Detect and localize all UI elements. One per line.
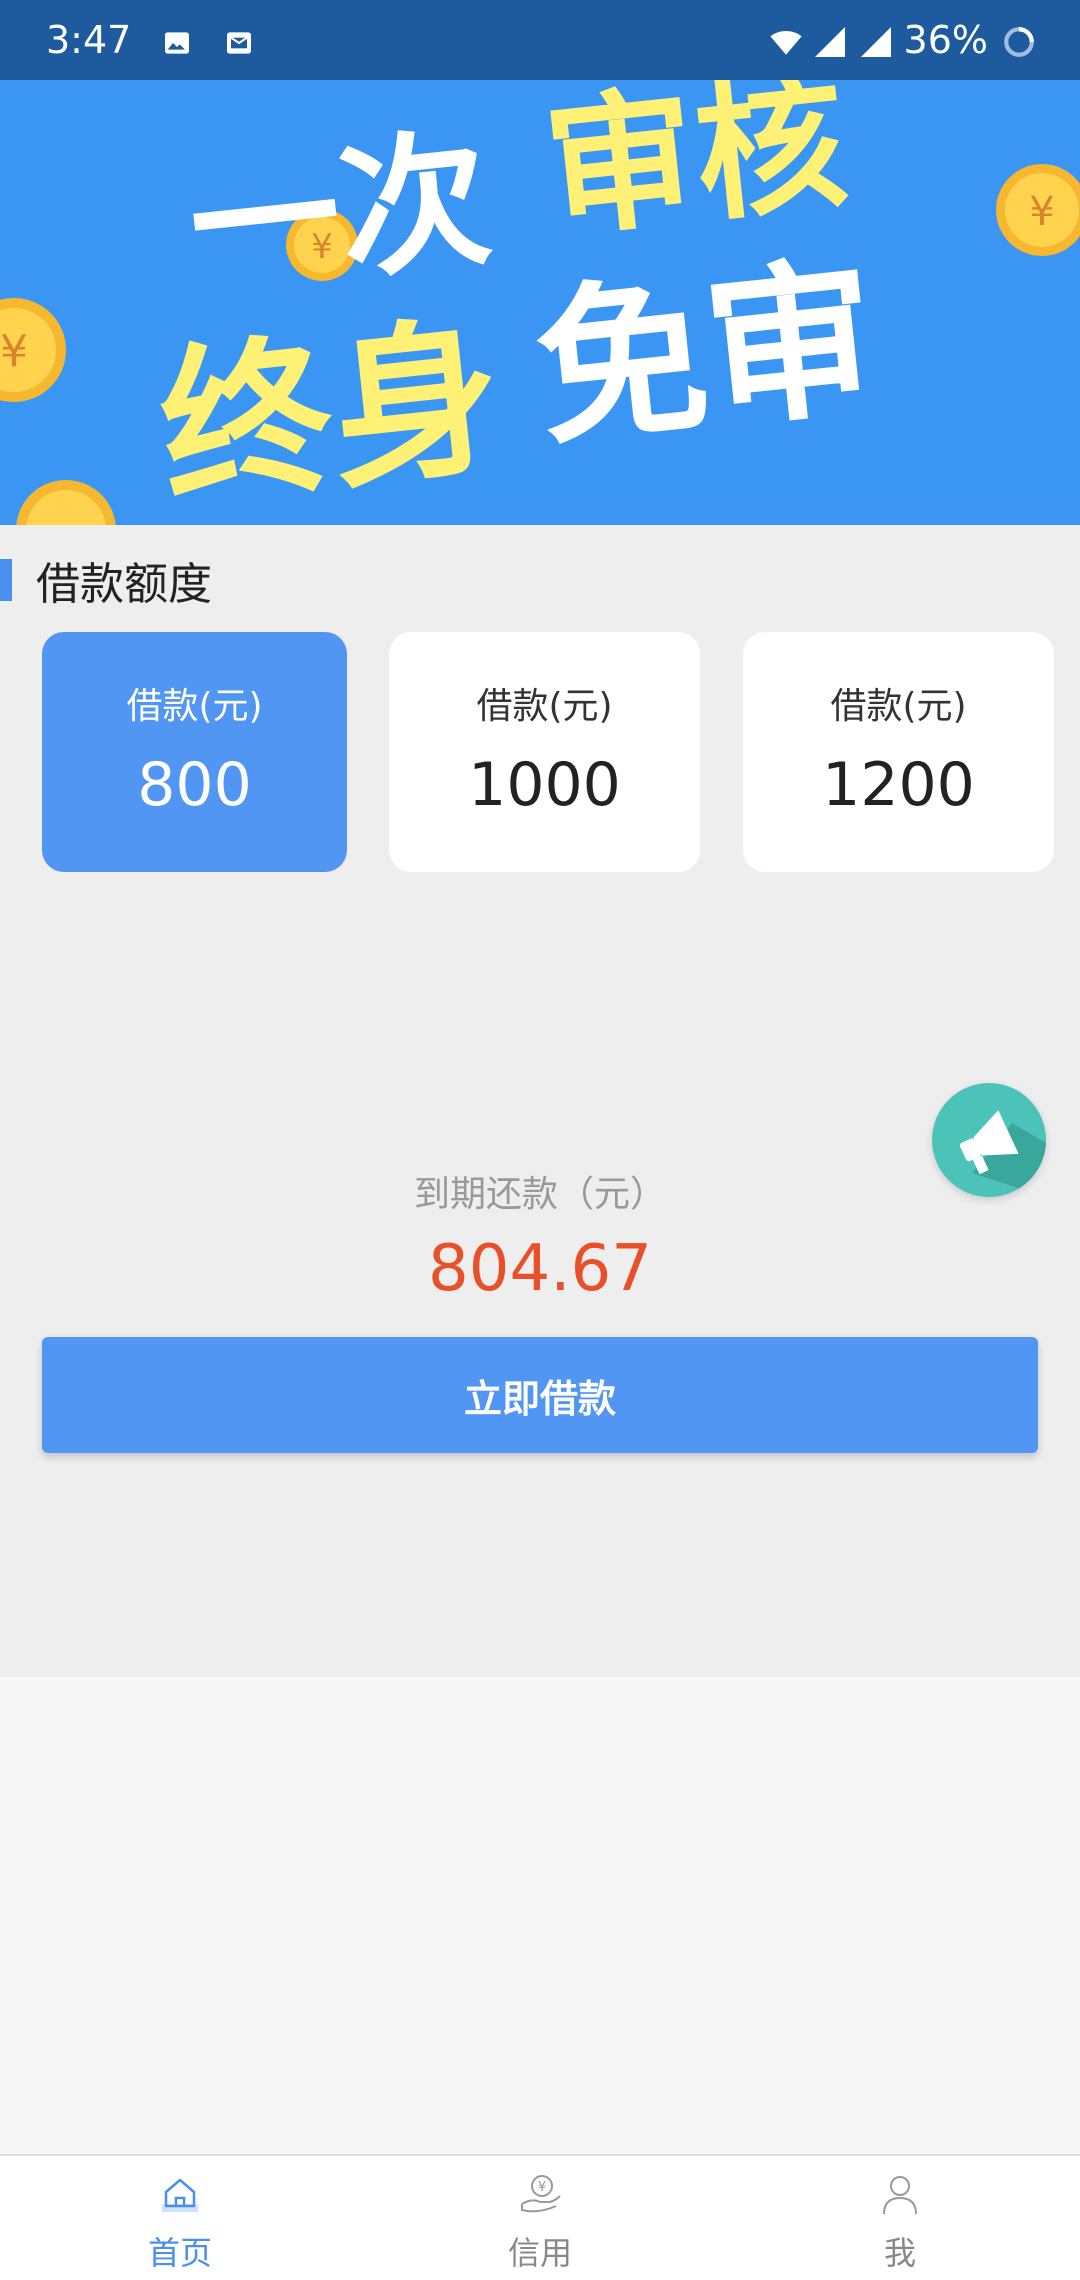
loan-option-value: 800 xyxy=(137,750,252,820)
loan-option-1200[interactable]: 借款(元) 1200 xyxy=(743,632,1054,872)
nav-item-credit[interactable]: ¥ 信用 xyxy=(360,2156,720,2280)
svg-text:¥: ¥ xyxy=(1029,189,1054,235)
battery-loading-icon xyxy=(1002,24,1034,57)
banner-headline-yellow-1: 审核 xyxy=(538,80,855,259)
loan-option-label: 借款(元) xyxy=(476,686,613,727)
loan-option-800[interactable]: 借款(元) 800 xyxy=(42,632,347,872)
loan-option-1000[interactable]: 借款(元) 1000 xyxy=(389,632,700,872)
profile-icon xyxy=(883,2176,917,2215)
svg-text:¥: ¥ xyxy=(538,2180,546,2195)
promo-banner[interactable]: ¥ ¥ ¥ 一次 审核 终身 免审 xyxy=(0,80,1080,525)
nav-label: 首页 xyxy=(147,2234,212,2272)
signal-icon xyxy=(812,24,845,57)
section-title-text: 借款额度 xyxy=(36,559,212,610)
bottom-nav: 首页 ¥ 信用 我 xyxy=(0,2154,1080,2280)
loan-option-value: 1200 xyxy=(822,750,975,820)
nav-item-home[interactable]: 首页 xyxy=(0,2156,360,2280)
battery-percent: 36% xyxy=(903,18,988,62)
loan-option-label: 借款(元) xyxy=(126,686,263,727)
banner-headline-white-2: 免审 xyxy=(527,239,886,471)
credit-icon: ¥ xyxy=(521,2175,561,2213)
due-amount-value: 804.67 xyxy=(428,1232,652,1306)
loan-option-label: 借款(元) xyxy=(830,686,967,727)
wifi-icon xyxy=(766,24,802,56)
signal-icon xyxy=(858,24,891,57)
coin-icon: ¥ xyxy=(996,164,1080,256)
loan-option-value: 1000 xyxy=(468,750,621,820)
nav-label: 我 xyxy=(883,2234,916,2272)
due-amount-label: 到期还款（元） xyxy=(413,1174,666,1215)
nav-label: 信用 xyxy=(507,2234,572,2272)
image-icon xyxy=(161,24,193,56)
status-bar: 3:47 36% xyxy=(0,0,1080,80)
coin-icon: ¥ xyxy=(0,298,66,402)
home-icon xyxy=(162,2178,198,2212)
banner-graphic: ¥ ¥ ¥ 一次 审核 终身 免审 xyxy=(0,80,1080,525)
status-time: 3:47 xyxy=(46,18,132,62)
section-marker xyxy=(0,559,12,601)
banner-headline-yellow-2: 终身 xyxy=(151,298,510,525)
nav-item-profile[interactable]: 我 xyxy=(720,2156,1080,2280)
mail-icon xyxy=(223,24,255,56)
svg-text:¥: ¥ xyxy=(0,326,28,377)
loan-amount-section-title: 借款额度 xyxy=(0,550,212,610)
coin-icon xyxy=(16,480,116,525)
borrow-now-button[interactable]: 立即借款 xyxy=(42,1337,1038,1453)
banner-headline-white-1: 一次 xyxy=(182,112,499,316)
empty-content-area xyxy=(0,1677,1080,2154)
